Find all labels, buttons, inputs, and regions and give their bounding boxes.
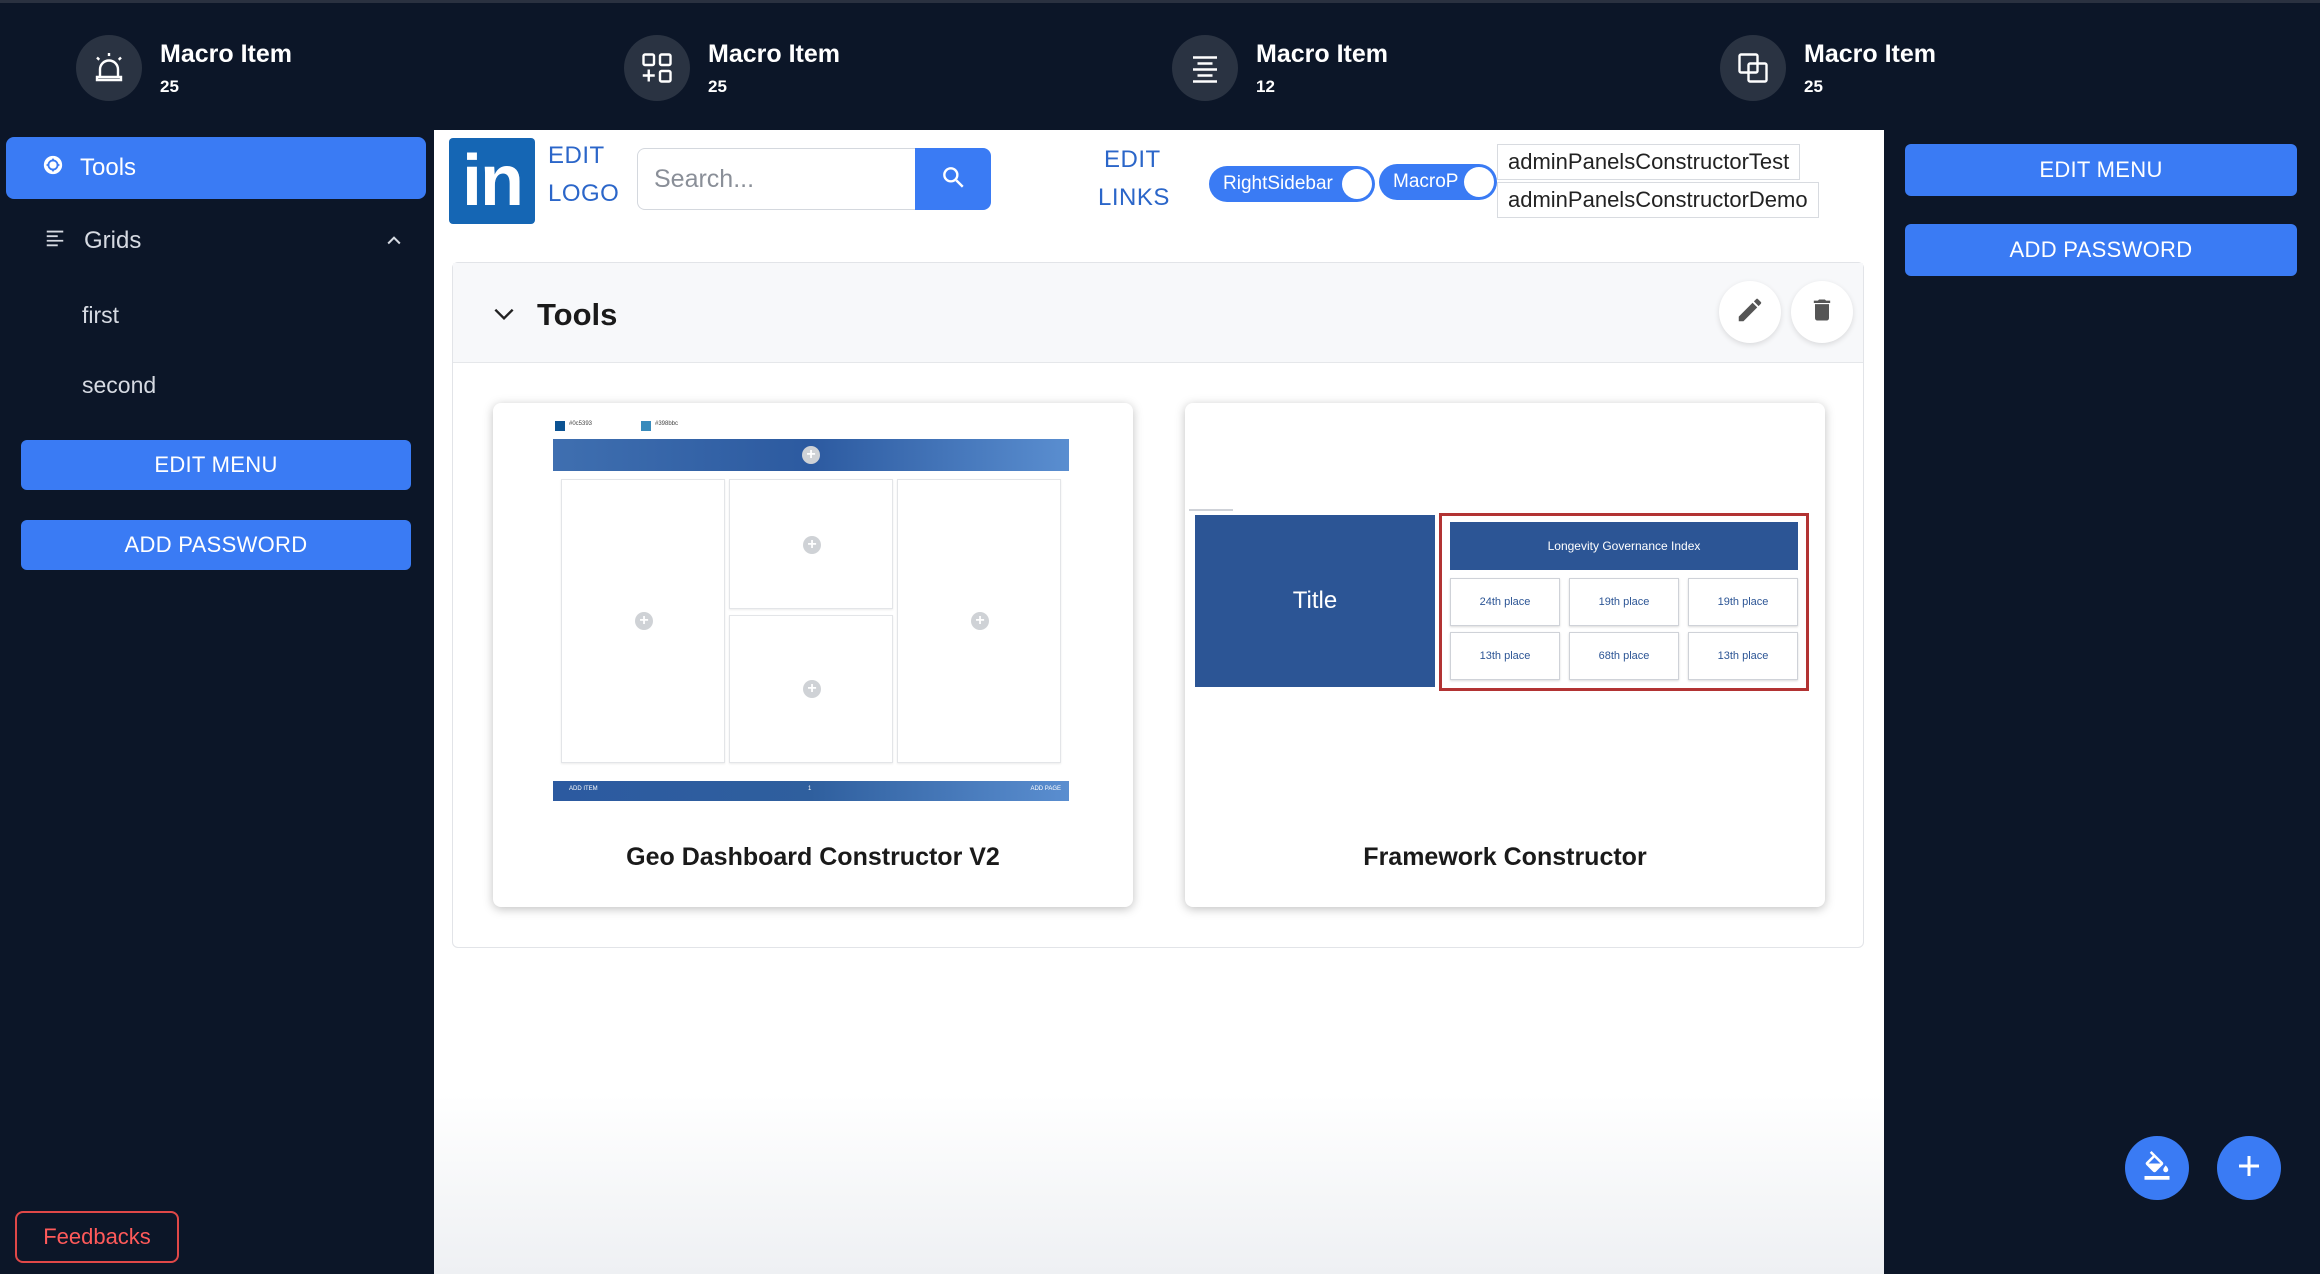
tile-geo-dashboard[interactable]: #0c5393 #398bbc + + + + + ADD ITEM 1 ADD… [493, 403, 1133, 907]
paint-bucket-button[interactable] [2125, 1136, 2189, 1200]
alarm-icon [76, 35, 142, 101]
thumb-cell: 19th place [1688, 578, 1798, 626]
thumb-footer-left: ADD ITEM [569, 786, 598, 792]
tools-section: Tools #0c5393 #398bbc + + + + + ADD ITEM… [452, 262, 1864, 948]
sidebar-item-tools[interactable]: Tools [6, 137, 426, 199]
tile-name: Framework Constructor [1363, 843, 1647, 871]
layers-icon [1720, 35, 1786, 101]
thumb-footer-right: ADD PAGE [1030, 786, 1061, 792]
thumb-panel: + [729, 615, 893, 763]
tile-name: Geo Dashboard Constructor V2 [626, 843, 1000, 871]
thumb-title-block: Title [1195, 515, 1435, 687]
edit-links-line1[interactable]: EDIT [1104, 146, 1161, 174]
chevron-up-icon[interactable] [384, 230, 404, 258]
sidebar-item-label: Grids [84, 227, 142, 254]
toggle-knob [1464, 167, 1494, 197]
plus-icon: + [802, 446, 820, 464]
macro-item-1[interactable]: Macro Item 25 [76, 35, 292, 101]
section-header: Tools [453, 263, 1863, 363]
macro-title: Macro Item [160, 39, 292, 68]
search-button[interactable] [915, 148, 991, 210]
plus-icon: + [971, 612, 989, 630]
right-sidebar: EDIT MENU ADD PASSWORD [1884, 130, 2320, 1274]
macro-bar: Macro Item 25 Macro Item 25 Macro Item 1… [0, 0, 2320, 130]
macro-item-3[interactable]: Macro Item 12 [1172, 35, 1388, 101]
sidebar-item-label: Tools [80, 154, 137, 181]
thumb-index-grid: Longevity Governance Index 24th place 19… [1439, 513, 1809, 691]
thumb-cell: 68th place [1569, 632, 1679, 680]
align-center-icon [1172, 35, 1238, 101]
macro-count: 25 [1804, 76, 1823, 96]
thumb-panel: + [897, 479, 1061, 763]
thumb-panel: + [561, 479, 725, 763]
thumb-divider [1189, 509, 1233, 511]
toggle-knob [1342, 169, 1372, 199]
plus-icon [2234, 1151, 2264, 1186]
edit-logo-link-line1[interactable]: EDIT [548, 142, 605, 170]
toggle-label: MacroP [1393, 171, 1459, 192]
edit-section-button[interactable] [1719, 281, 1781, 343]
list-icon [44, 227, 66, 256]
macro-count: 25 [160, 76, 179, 96]
thumb-footer-bar: ADD ITEM 1 ADD PAGE [553, 781, 1069, 801]
thumb-cell: 13th place [1688, 632, 1798, 680]
macro-title: Macro Item [1804, 39, 1936, 68]
left-sidebar: Tools Grids first second EDIT MENU ADD P… [0, 130, 432, 1274]
add-button[interactable] [2217, 1136, 2281, 1200]
sidebar-subitem-first[interactable]: first [82, 302, 119, 329]
plus-icon: + [803, 680, 821, 698]
right-sidebar-toggle[interactable]: RightSidebar [1209, 166, 1375, 202]
sidebar-subitem-second[interactable]: second [82, 372, 156, 399]
macro-count: 25 [708, 76, 727, 96]
macro-item-2[interactable]: Macro Item 25 [624, 35, 840, 101]
pencil-icon [1735, 295, 1765, 330]
thumb-footer-page: 1 [808, 786, 812, 792]
trash-icon [1808, 296, 1836, 329]
main-bottom-fade [434, 1094, 1884, 1274]
edit-links-line2[interactable]: LINKS [1098, 184, 1170, 212]
sidebar-item-grids[interactable]: Grids [0, 210, 432, 272]
legend-swatch [641, 421, 651, 431]
section-title: Tools [537, 297, 618, 332]
paint-bucket-icon [2142, 1150, 2172, 1186]
search-icon [940, 164, 966, 195]
thumb-cell: 24th place [1450, 578, 1560, 626]
feedbacks-button[interactable]: Feedbacks [15, 1211, 179, 1263]
macro-panel-toggle[interactable]: MacroP [1379, 164, 1497, 200]
macro-title: Macro Item [708, 39, 840, 68]
edit-logo-link-line2[interactable]: LOGO [548, 180, 619, 208]
admin-link-test[interactable]: adminPanelsConstructorTest [1497, 144, 1801, 180]
plus-icon: + [803, 536, 821, 554]
tools-icon [42, 154, 64, 183]
chevron-down-icon[interactable] [491, 301, 517, 332]
thumb-header-bar: + [553, 439, 1069, 471]
macro-title: Macro Item [1256, 39, 1388, 68]
main-content: in EDIT LOGO EDIT LINKS RightSidebar Mac… [434, 130, 1884, 1274]
admin-link-demo[interactable]: adminPanelsConstructorDemo [1497, 182, 1819, 218]
toggle-label: RightSidebar [1223, 173, 1333, 194]
legend-label: #398bbc [655, 421, 679, 427]
thumb-index-header: Longevity Governance Index [1450, 522, 1798, 570]
tile-thumbnail: #0c5393 #398bbc + + + + + ADD ITEM 1 ADD… [543, 411, 1073, 801]
macro-count: 12 [1256, 76, 1275, 96]
plus-icon: + [635, 612, 653, 630]
thumb-cell: 13th place [1450, 632, 1560, 680]
thumb-panel: + [729, 479, 893, 609]
legend-swatch [555, 421, 565, 431]
right-edit-menu-button[interactable]: EDIT MENU [1905, 144, 2297, 196]
delete-section-button[interactable] [1791, 281, 1853, 343]
logo: in [449, 138, 535, 224]
apps-add-icon [624, 35, 690, 101]
tile-framework-constructor[interactable]: Title Longevity Governance Index 24th pl… [1185, 403, 1825, 907]
legend-label: #0c5393 [569, 421, 593, 427]
macro-item-4[interactable]: Macro Item 25 [1720, 35, 1936, 101]
edit-menu-button[interactable]: EDIT MENU [21, 440, 411, 490]
search-input[interactable] [637, 148, 917, 210]
add-password-button[interactable]: ADD PASSWORD [21, 520, 411, 570]
right-add-password-button[interactable]: ADD PASSWORD [1905, 224, 2297, 276]
thumb-cell: 19th place [1569, 578, 1679, 626]
